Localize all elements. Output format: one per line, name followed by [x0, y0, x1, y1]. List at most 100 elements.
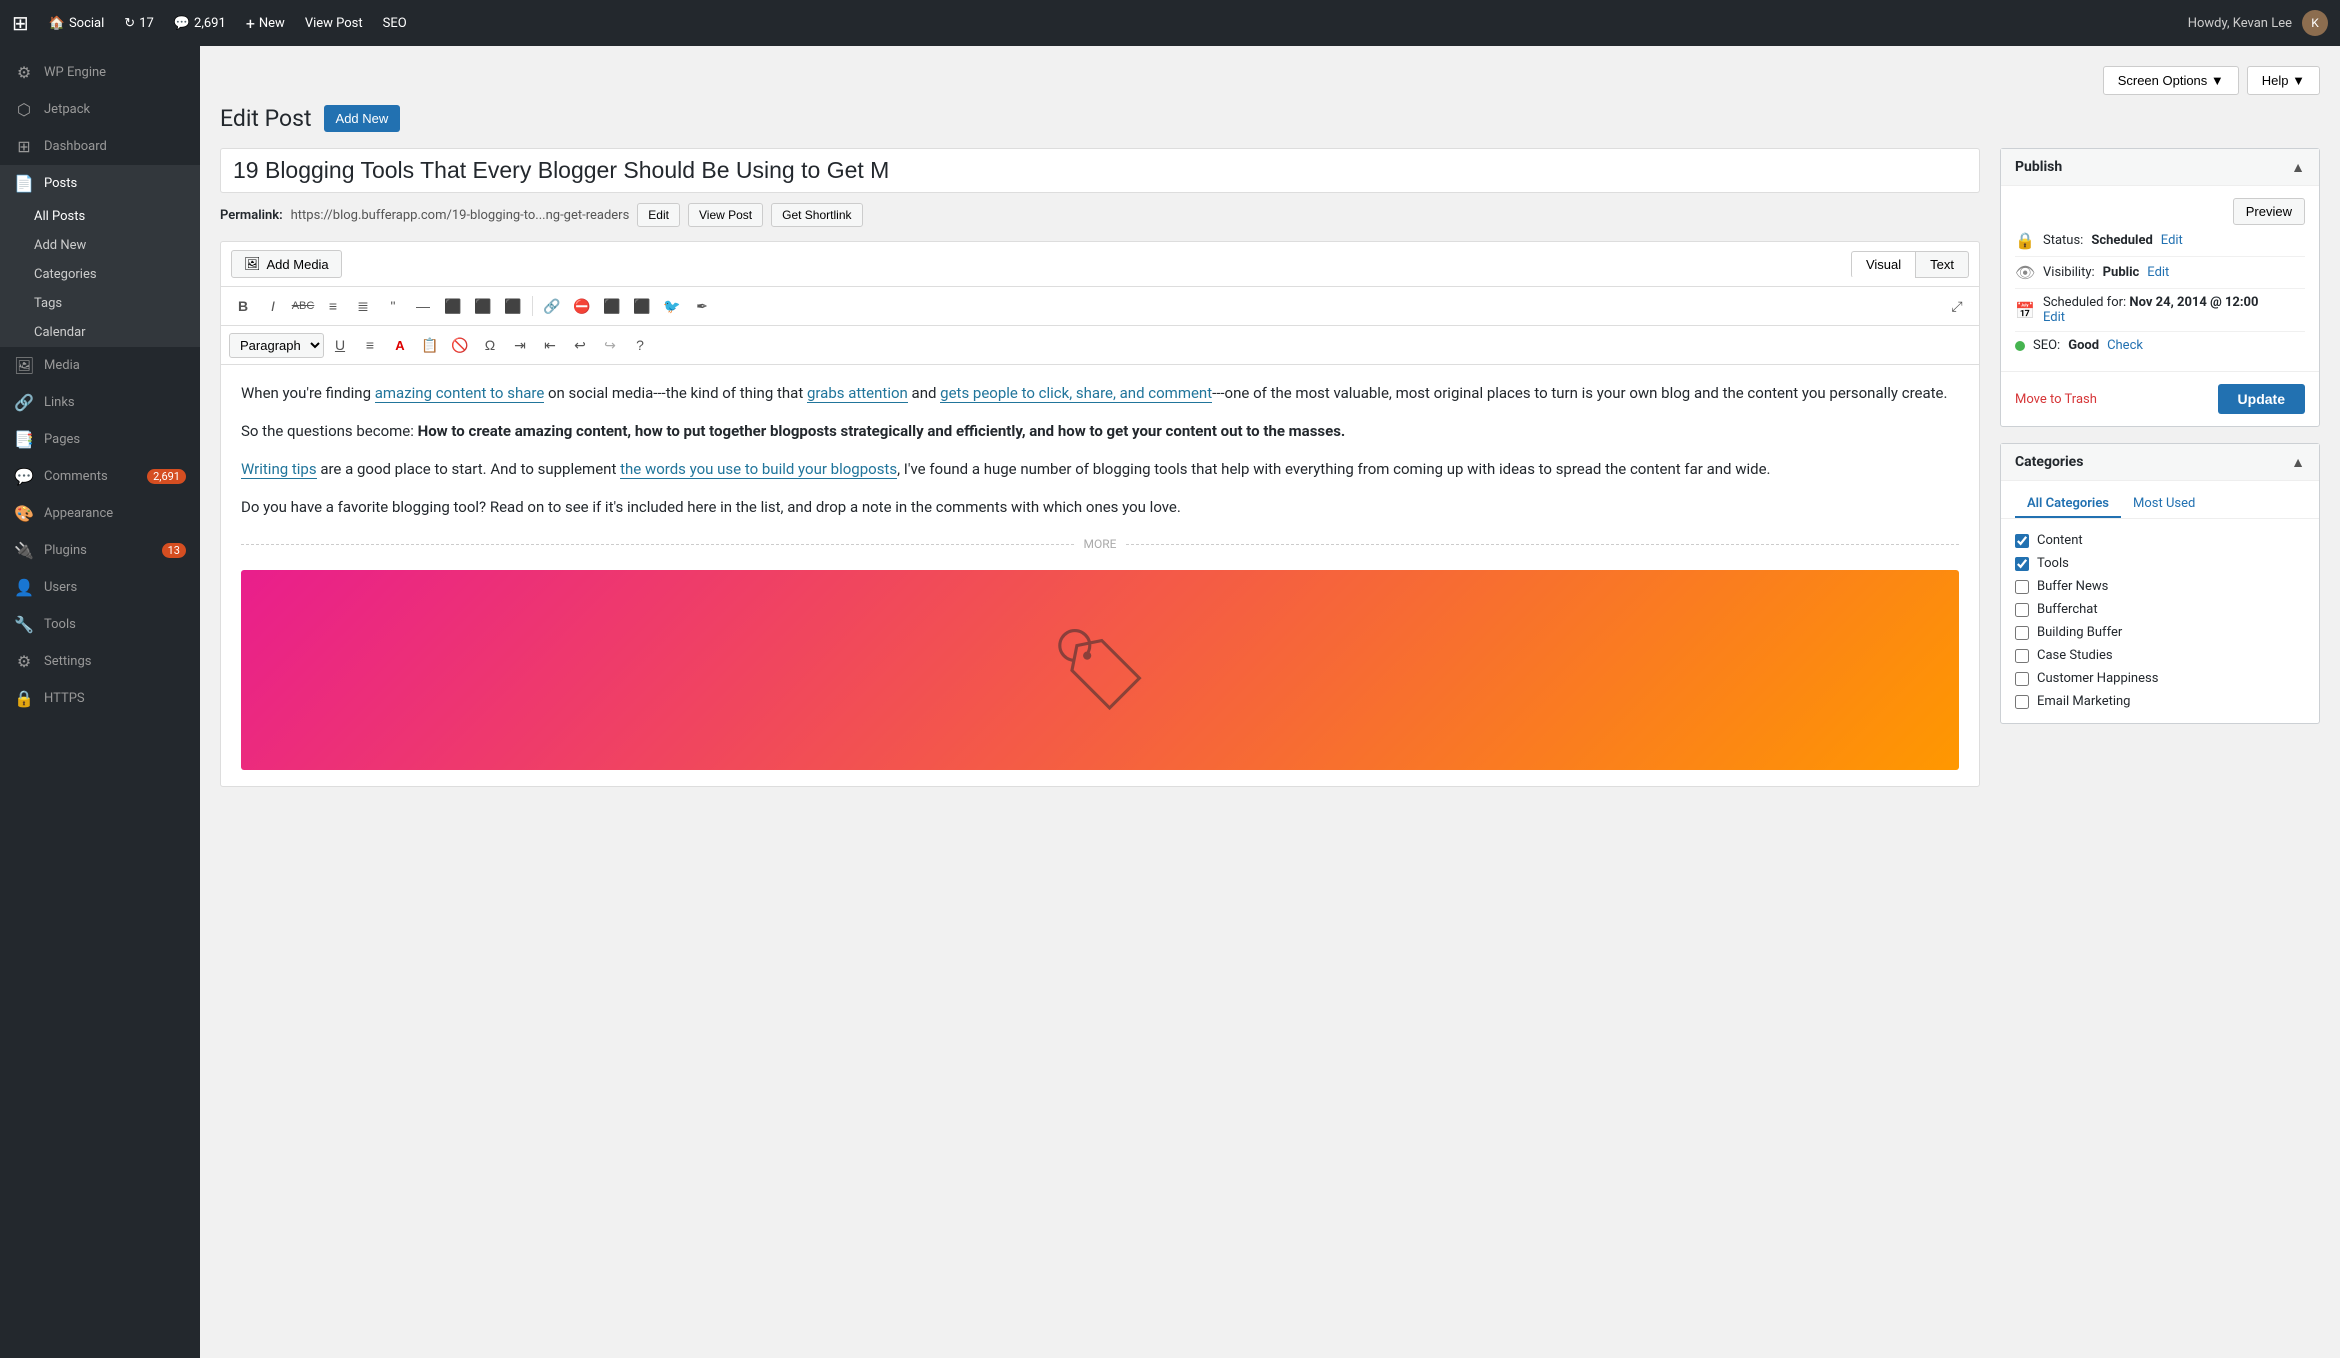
adminbar-new[interactable]: + New	[246, 14, 285, 33]
permalink-edit-button[interactable]: Edit	[637, 203, 680, 227]
wp-logo[interactable]: ⊞	[12, 11, 29, 35]
indent-button[interactable]: ⇥	[506, 332, 534, 358]
scheduled-edit-link[interactable]: Edit	[2043, 310, 2065, 325]
category-checkbox-6[interactable]	[2015, 672, 2029, 686]
insert-table-button[interactable]: ⬛	[628, 293, 656, 319]
align-center-button[interactable]: ⬛	[469, 293, 497, 319]
ordered-list-button[interactable]: ≣	[349, 293, 377, 319]
category-checkbox-0[interactable]	[2015, 534, 2029, 548]
justify-button[interactable]: ≡	[356, 332, 384, 358]
category-item: Buffer News	[2015, 575, 2305, 598]
post-title-input[interactable]	[220, 148, 1980, 193]
fullscreen-button[interactable]: ⤢	[1943, 293, 1971, 319]
plugins-badge: 13	[162, 543, 186, 558]
sidebar-item-https[interactable]: 🔒 HTTPS	[0, 680, 200, 717]
sidebar-item-jetpack[interactable]: ⬡ Jetpack	[0, 91, 200, 128]
link-writing-tips[interactable]: Writing tips	[241, 460, 317, 479]
pen-button[interactable]: ✒	[688, 293, 716, 319]
sidebar-item-pages[interactable]: 📑 Pages	[0, 421, 200, 458]
underline-button[interactable]: U	[326, 332, 354, 358]
text-color-button[interactable]: A	[386, 332, 414, 358]
link-grabs-attention[interactable]: grabs attention	[807, 384, 908, 403]
sidebar-item-label-plugins: Plugins	[44, 543, 87, 558]
clear-format-button[interactable]: 🚫	[446, 332, 474, 358]
preview-button[interactable]: Preview	[2233, 198, 2305, 225]
sidebar-item-categories[interactable]: Categories	[0, 260, 200, 289]
bold-button[interactable]: B	[229, 293, 257, 319]
insert-more-button[interactable]: ⬛	[598, 293, 626, 319]
undo-button[interactable]: ↩	[566, 332, 594, 358]
sidebar-item-wp-engine[interactable]: ⚙ WP Engine	[0, 54, 200, 91]
adminbar-site[interactable]: 🏠 Social	[49, 16, 105, 31]
sidebar-item-label-tools: Tools	[44, 617, 76, 632]
get-shortlink-button[interactable]: Get Shortlink	[771, 203, 862, 227]
site-name[interactable]: Social	[69, 16, 104, 31]
category-checkbox-3[interactable]	[2015, 603, 2029, 617]
visual-tab[interactable]: Visual	[1851, 251, 1915, 278]
update-button[interactable]: Update	[2218, 384, 2305, 414]
add-media-button[interactable]: 🖼 Add Media	[231, 250, 342, 278]
sidebar-item-plugins[interactable]: 🔌 Plugins 13	[0, 532, 200, 569]
sidebar-item-dashboard[interactable]: ⊞ Dashboard	[0, 128, 200, 165]
twitter-button[interactable]: 🐦	[658, 293, 686, 319]
category-checkbox-7[interactable]	[2015, 695, 2029, 709]
link-button[interactable]: 🔗	[538, 293, 566, 319]
view-post-button[interactable]: View Post	[688, 203, 763, 227]
help-keyboard-button[interactable]: ?	[626, 332, 654, 358]
most-used-tab[interactable]: Most Used	[2121, 491, 2207, 518]
sidebar-item-posts[interactable]: 📄 Posts	[0, 165, 200, 202]
sidebar-item-add-new[interactable]: Add New	[0, 231, 200, 260]
link-gets-people[interactable]: gets people to click, share, and comment	[940, 384, 1212, 403]
sidebar-item-links[interactable]: 🔗 Links	[0, 384, 200, 421]
category-checkbox-1[interactable]	[2015, 557, 2029, 571]
adminbar-view-post[interactable]: View Post	[305, 16, 363, 31]
image-placeholder-icon: 🏷	[1049, 606, 1151, 734]
paste-button[interactable]: 📋	[416, 332, 444, 358]
screen-options-bar: Screen Options ▼ Help ▼	[220, 66, 2320, 95]
align-right-button[interactable]: ⬛	[499, 293, 527, 319]
strikethrough-button[interactable]: ABC	[289, 293, 317, 319]
unordered-list-button[interactable]: ≡	[319, 293, 347, 319]
horizontal-rule-button[interactable]: —	[409, 293, 437, 319]
link-amazing-content[interactable]: amazing content to share	[375, 384, 545, 403]
adminbar-seo[interactable]: SEO	[383, 16, 407, 31]
screen-options-button[interactable]: Screen Options ▼	[2103, 66, 2239, 95]
link-words[interactable]: the words you use to build your blogpost…	[620, 460, 897, 479]
sidebar-item-all-posts[interactable]: All Posts	[0, 202, 200, 231]
unlink-button[interactable]: ⛔	[568, 293, 596, 319]
blockquote-button[interactable]: "	[379, 293, 407, 319]
category-checkbox-4[interactable]	[2015, 626, 2029, 640]
text-tab[interactable]: Text	[1915, 251, 1969, 278]
sidebar-item-tags[interactable]: Tags	[0, 289, 200, 318]
category-checkbox-2[interactable]	[2015, 580, 2029, 594]
seo-check-link[interactable]: Check	[2107, 338, 2143, 353]
outdent-button[interactable]: ⇤	[536, 332, 564, 358]
help-button[interactable]: Help ▼	[2247, 66, 2320, 95]
status-edit-link[interactable]: Edit	[2161, 233, 2183, 248]
adminbar-comments[interactable]: 💬 2,691	[174, 16, 226, 31]
all-categories-tab[interactable]: All Categories	[2015, 491, 2121, 518]
special-char-button[interactable]: Ω	[476, 332, 504, 358]
italic-button[interactable]: I	[259, 293, 287, 319]
sidebar-item-settings[interactable]: ⚙ Settings	[0, 643, 200, 680]
add-new-button[interactable]: Add New	[324, 105, 401, 132]
move-to-trash-link[interactable]: Move to Trash	[2015, 392, 2097, 407]
visibility-value: Public	[2103, 265, 2140, 280]
categories-panel-collapse[interactable]: ▲	[2291, 454, 2305, 470]
sidebar-item-calendar[interactable]: Calendar	[0, 318, 200, 347]
align-left-button[interactable]: ⬛	[439, 293, 467, 319]
paragraph-select[interactable]: Paragraph	[229, 333, 324, 358]
https-icon: 🔒	[14, 689, 34, 708]
category-checkbox-5[interactable]	[2015, 649, 2029, 663]
redo-button[interactable]: ↪	[596, 332, 624, 358]
adminbar-updates[interactable]: ↻ 17	[124, 16, 154, 31]
comments-menu-icon: 💬	[14, 467, 34, 486]
sidebar-item-tools[interactable]: 🔧 Tools	[0, 606, 200, 643]
sidebar-item-appearance[interactable]: 🎨 Appearance	[0, 495, 200, 532]
sidebar-item-users[interactable]: 👤 Users	[0, 569, 200, 606]
sidebar-item-media[interactable]: 🖼 Media	[0, 347, 200, 384]
sidebar-item-comments[interactable]: 💬 Comments 2,691	[0, 458, 200, 495]
visibility-edit-link[interactable]: Edit	[2147, 265, 2169, 280]
publish-panel-collapse[interactable]: ▲	[2291, 159, 2305, 175]
editor-content[interactable]: When you're finding amazing content to s…	[221, 365, 1979, 786]
